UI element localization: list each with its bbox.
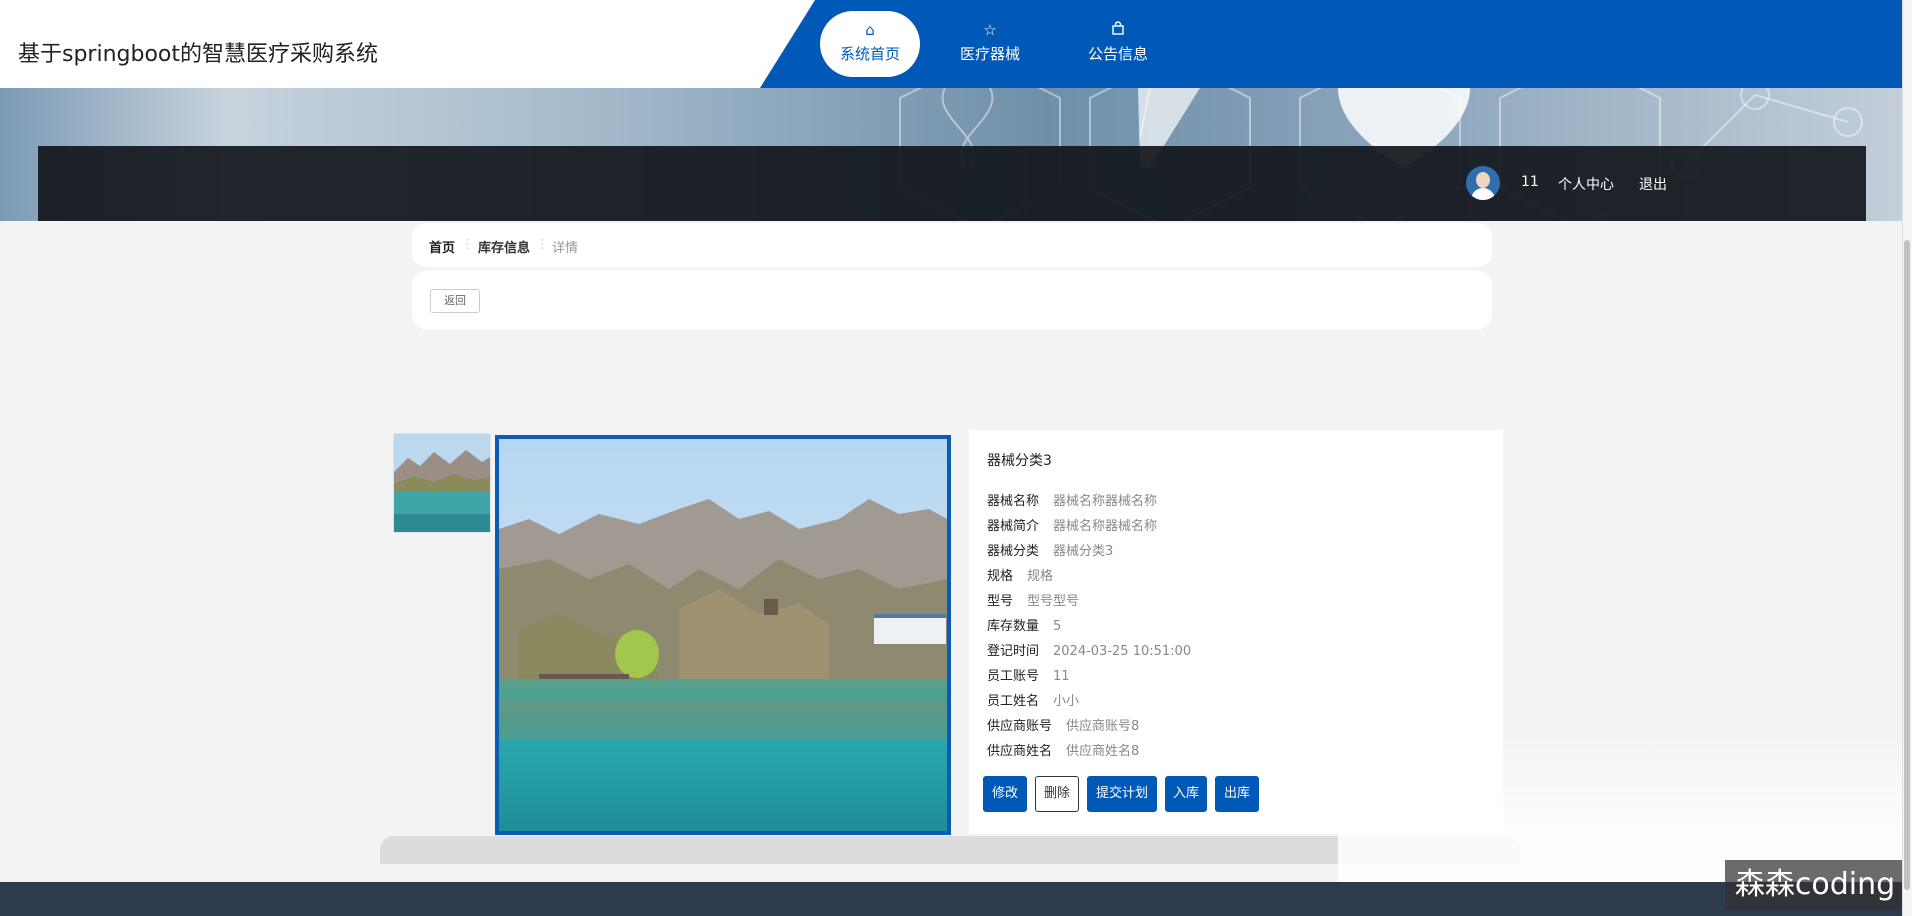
delete-button[interactable]: 删除 xyxy=(1035,776,1079,812)
detail-row: 器械简介 器械名称器械名称 xyxy=(987,519,1158,534)
nav-announcements[interactable]: 公告信息 xyxy=(1068,11,1168,77)
edit-button[interactable]: 修改 xyxy=(983,776,1027,812)
bag-icon xyxy=(1068,19,1168,41)
breadcrumb-separator: ⋮ xyxy=(461,237,474,252)
nav-bar: ⌂ 系统首页 ☆ 医疗器械 公告信息 xyxy=(760,0,1902,88)
breadcrumb-separator: ⋮ xyxy=(536,237,549,252)
main-product-image xyxy=(495,435,951,835)
breadcrumb-stock[interactable]: 库存信息 xyxy=(478,237,530,256)
action-bar: 返回 xyxy=(412,270,1492,330)
stock-out-button[interactable]: 出库 xyxy=(1215,776,1259,812)
detail-row: 员工姓名 小小 xyxy=(987,694,1080,709)
detail-row: 供应商账号 供应商账号8 xyxy=(987,719,1140,734)
category-title: 器械分类3 xyxy=(987,453,1052,469)
detail-row: 员工账号 11 xyxy=(987,669,1070,684)
submit-plan-button[interactable]: 提交计划 xyxy=(1087,776,1157,812)
detail-row: 库存数量 5 xyxy=(987,619,1062,634)
site-title: 基于springboot的智慧医疗采购系统 xyxy=(18,42,379,67)
star-icon: ☆ xyxy=(983,21,997,39)
home-icon: ⌂ xyxy=(865,21,875,39)
detail-row: 供应商姓名 供应商姓名8 xyxy=(987,744,1140,759)
detail-row: 器械名称 器械名称器械名称 xyxy=(987,494,1158,509)
breadcrumb: 首页 ⋮ 库存信息 ⋮ 详情 xyxy=(412,223,1492,267)
username-label: 11 xyxy=(1521,174,1539,190)
breadcrumb-detail: 详情 xyxy=(552,241,579,256)
footer xyxy=(0,882,1912,916)
user-avatar[interactable] xyxy=(1466,166,1500,200)
detail-row: 登记时间 2024-03-25 10:51:00 xyxy=(987,644,1192,659)
breadcrumb-home[interactable]: 首页 xyxy=(429,237,455,256)
logout-link[interactable]: 退出 xyxy=(1639,174,1667,194)
back-button[interactable]: 返回 xyxy=(430,289,480,313)
detail-row: 器械分类 器械分类3 xyxy=(987,544,1114,559)
detail-row: 规格 规格 xyxy=(987,569,1054,584)
watermark: 森森coding xyxy=(1725,860,1905,910)
landscape-photo xyxy=(499,439,947,831)
scrollbar-thumb[interactable] xyxy=(1904,240,1910,890)
stock-in-button[interactable]: 入库 xyxy=(1165,776,1207,812)
nav-medical-devices[interactable]: ☆ 医疗器械 xyxy=(940,11,1040,77)
nav-home[interactable]: ⌂ 系统首页 xyxy=(820,11,920,77)
landscape-thumbnail-image xyxy=(394,434,490,532)
personal-center-link[interactable]: 个人中心 xyxy=(1558,174,1614,194)
image-thumbnail[interactable] xyxy=(393,433,491,533)
detail-row: 型号 型号型号 xyxy=(987,594,1080,609)
